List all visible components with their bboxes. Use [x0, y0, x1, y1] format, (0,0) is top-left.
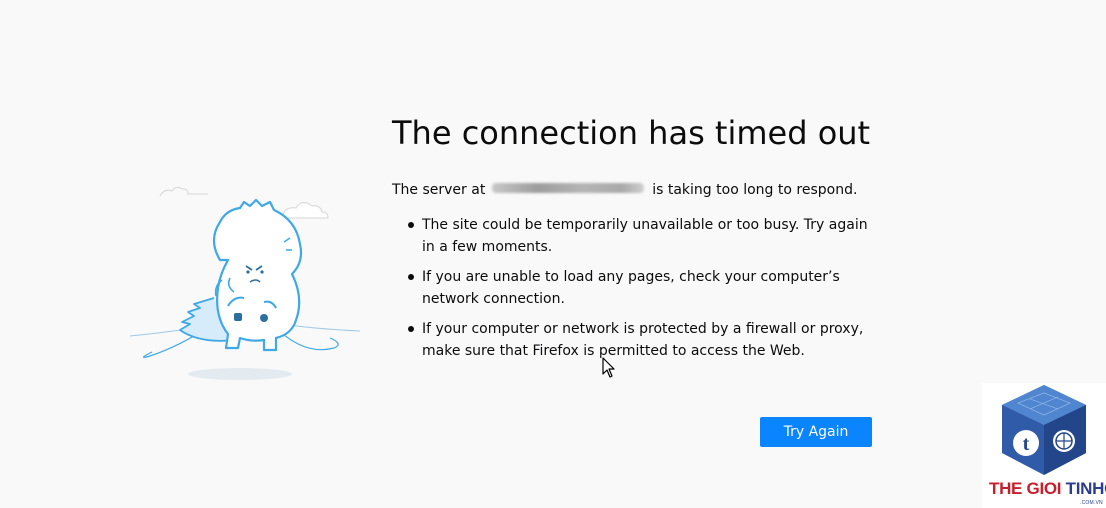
list-item: The site could be temporarily unavailabl…: [392, 214, 872, 258]
page-title: The connection has timed out: [392, 114, 871, 152]
brand-logo-icon: t: [1002, 385, 1086, 475]
suggestion-list: The site could be temporarily unavailabl…: [392, 214, 872, 362]
bullet-icon: [408, 326, 414, 332]
bullet-icon: [408, 274, 414, 280]
suggestion-text: If your computer or network is protected…: [422, 321, 864, 359]
list-item: If your computer or network is protected…: [392, 318, 872, 362]
try-again-button[interactable]: Try Again: [760, 417, 872, 447]
error-intro: The server at is taking too long to resp…: [392, 180, 872, 200]
mouse-cursor-icon: [602, 357, 615, 378]
suggestion-text: The site could be temporarily unavailabl…: [422, 217, 868, 255]
svg-text:t: t: [1023, 433, 1030, 455]
suggestion-text: If you are unable to load any pages, che…: [422, 269, 840, 307]
intro-prefix: The server at: [392, 182, 486, 198]
list-item: If you are unable to load any pages, che…: [392, 266, 872, 310]
watermark-brand: THE GIOI TINHOC: [989, 479, 1106, 498]
intro-suffix: is taking too long to respond.: [652, 182, 858, 198]
watermark-domain: .COM.VN: [1080, 500, 1103, 506]
redacted-server-address: [491, 183, 644, 193]
dinosaur-unplugged-illustration: [129, 186, 361, 380]
error-content: The connection has timed out The server …: [392, 112, 872, 370]
bullet-icon: [408, 222, 414, 228]
